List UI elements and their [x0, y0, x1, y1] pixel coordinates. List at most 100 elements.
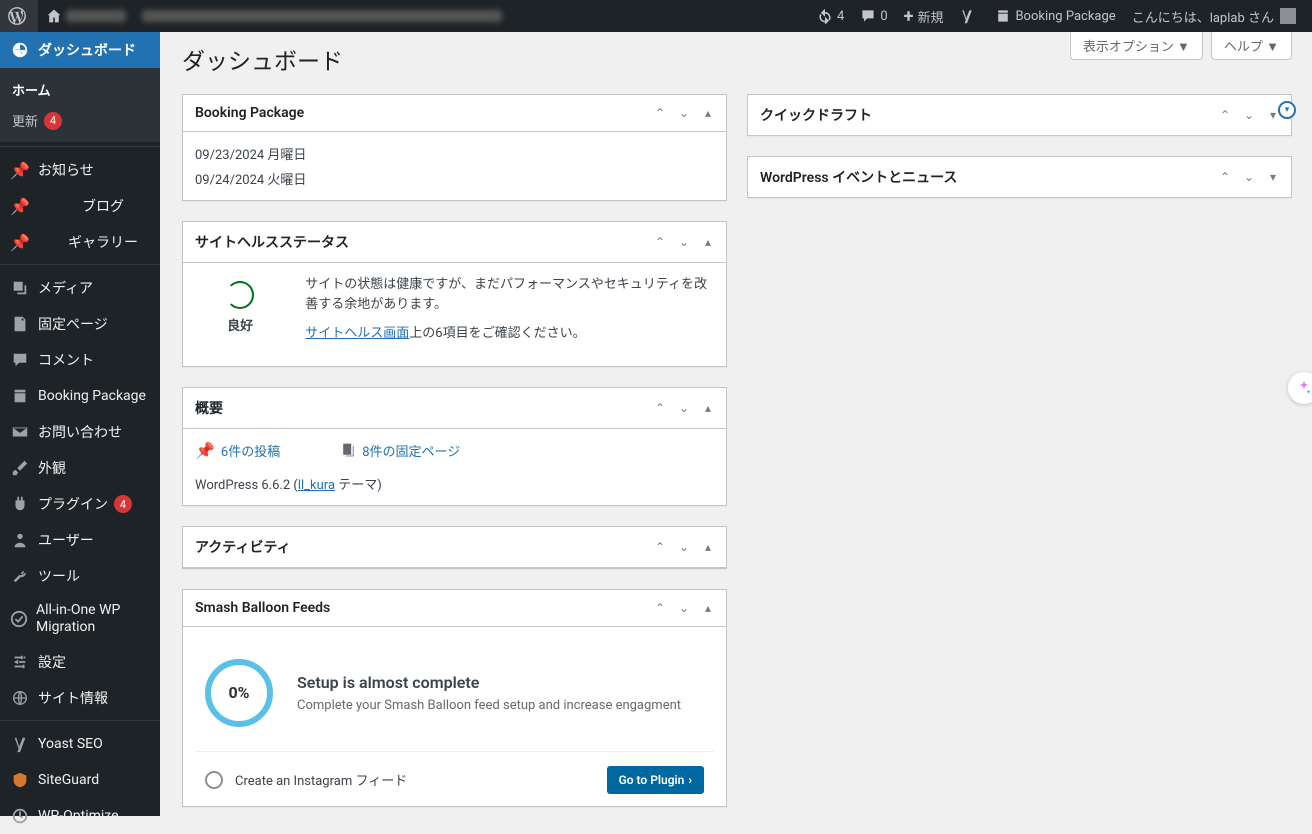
task-checkbox-icon: [205, 771, 223, 789]
user-icon: [10, 530, 30, 550]
toggle-icon[interactable]: ▴: [696, 228, 720, 256]
wp-logo[interactable]: [0, 0, 38, 32]
box-smash-balloon: Smash Balloon Feeds ⌃ ⌄ ▴ 0% Setup is al…: [182, 589, 727, 807]
menu-plugins[interactable]: プラグイン4: [0, 486, 160, 522]
page-icon: [340, 442, 356, 458]
menu-appearance[interactable]: 外観: [0, 450, 160, 486]
submenu-updates[interactable]: 更新4: [0, 105, 160, 136]
move-up-icon[interactable]: ⌃: [1213, 101, 1237, 129]
site-tagline[interactable]: [134, 0, 809, 32]
menu-pages[interactable]: 固定ページ: [0, 306, 160, 342]
box-overview-title: 概要: [183, 388, 648, 428]
toggle-icon[interactable]: ▴: [696, 594, 720, 622]
toggle-icon[interactable]: ▾: [1261, 163, 1285, 191]
new-content[interactable]: +新規: [896, 0, 952, 32]
help-button[interactable]: ヘルプ ▼: [1211, 32, 1292, 60]
move-up-icon[interactable]: ⌃: [648, 99, 672, 127]
sliders-icon: [10, 652, 30, 672]
move-down-icon[interactable]: ⌄: [672, 533, 696, 561]
yoast-toolbar[interactable]: [951, 0, 987, 32]
health-gauge-icon: [226, 281, 254, 309]
theme-link[interactable]: ll_kura: [298, 478, 335, 493]
move-up-icon[interactable]: ⌃: [648, 228, 672, 256]
move-down-icon[interactable]: ⌄: [672, 394, 696, 422]
shield-icon: [10, 770, 30, 790]
move-down-icon[interactable]: ⌄: [1237, 163, 1261, 191]
screen-options-button[interactable]: 表示オプション ▼: [1070, 32, 1203, 60]
menu-aiowp[interactable]: All-in-One WP Migration: [0, 594, 160, 644]
box-health-title: サイトヘルスステータス: [183, 222, 648, 262]
media-icon: [10, 278, 30, 298]
chevron-right-icon: ›: [688, 773, 692, 787]
go-to-plugin-button[interactable]: Go to Plugin›: [607, 766, 704, 794]
health-link-line: サイトヘルス画面上の6項目をご確認ください。: [305, 324, 714, 344]
move-down-icon[interactable]: ⌄: [672, 99, 696, 127]
pages-link[interactable]: 8件の固定ページ: [362, 441, 460, 460]
my-account[interactable]: こんにちは、laplab さん: [1124, 0, 1304, 32]
menu-dashboard[interactable]: ダッシュボード: [0, 32, 160, 68]
menu-news[interactable]: 📌お知らせ: [0, 152, 160, 188]
submenu-home[interactable]: ホーム: [0, 74, 160, 105]
updates-toolbar[interactable]: 4: [809, 0, 852, 32]
posts-link[interactable]: 6件の投稿: [221, 441, 280, 460]
sb-desc: Complete your Smash Balloon feed setup a…: [297, 698, 681, 713]
menu-siteguard[interactable]: SiteGuard: [0, 762, 160, 798]
move-up-icon[interactable]: ⌃: [648, 394, 672, 422]
toggle-icon[interactable]: ▴: [696, 394, 720, 422]
menu-settings[interactable]: 設定: [0, 644, 160, 680]
menu-blog[interactable]: 📌ブログ: [0, 188, 160, 224]
plugins-badge: 4: [114, 495, 132, 513]
move-down-icon[interactable]: ⌄: [1237, 101, 1261, 129]
menu-siteinfo[interactable]: サイト情報: [0, 680, 160, 716]
pin-icon: 📌: [10, 160, 30, 180]
site-health-link[interactable]: サイトヘルス画面: [305, 326, 409, 341]
move-down-icon[interactable]: ⌄: [672, 594, 696, 622]
calendar-icon: [10, 386, 30, 406]
mail-icon: [10, 422, 30, 442]
box-activity: アクティビティ ⌃ ⌄ ▴: [182, 526, 727, 569]
toggle-icon[interactable]: ▴: [696, 99, 720, 127]
menu-gallery[interactable]: 📌ギャラリー: [0, 224, 160, 260]
page-icon: [10, 314, 30, 334]
yoast-icon: [10, 734, 30, 754]
booking-line2: 09/24/2024 火曜日: [195, 169, 714, 188]
brush-icon: [10, 458, 30, 478]
wp-version: WordPress 6.6.2 (ll_kura テーマ): [195, 474, 714, 493]
move-up-icon[interactable]: ⌃: [648, 533, 672, 561]
plugin-icon: [10, 494, 30, 514]
menu-tools[interactable]: ツール: [0, 558, 160, 594]
quickdraft-indicator[interactable]: ▾: [1278, 101, 1296, 119]
box-booking: Booking Package ⌃ ⌄ ▴ 09/23/2024 月曜日 09/…: [182, 94, 727, 201]
move-down-icon[interactable]: ⌄: [672, 228, 696, 256]
move-up-icon[interactable]: ⌃: [1213, 163, 1237, 191]
avatar-icon: [1280, 8, 1296, 24]
site-home[interactable]: [38, 0, 134, 32]
globe-icon: [10, 688, 30, 708]
box-site-health: サイトヘルスステータス ⌃ ⌄ ▴ 良好: [182, 221, 727, 367]
sb-progress-ring: 0%: [205, 659, 273, 727]
menu-media[interactable]: メディア: [0, 270, 160, 306]
menu-users[interactable]: ユーザー: [0, 522, 160, 558]
wrench-icon: [10, 566, 30, 586]
menu-contact[interactable]: お問い合わせ: [0, 414, 160, 450]
health-desc: サイトの状態は健康ですが、まだパフォーマンスやセキュリティを改善する余地がありま…: [305, 275, 714, 314]
ai-fab-button[interactable]: [1288, 372, 1312, 404]
pin-icon: 📌: [195, 441, 215, 460]
comments-count: 0: [880, 9, 887, 24]
comment-icon: [10, 350, 30, 370]
dashboard-icon: [10, 40, 30, 60]
site-name-blur: [66, 10, 126, 22]
menu-booking[interactable]: Booking Package: [0, 378, 160, 414]
move-up-icon[interactable]: ⌃: [648, 594, 672, 622]
box-booking-title: Booking Package: [183, 95, 648, 131]
box-overview: 概要 ⌃ ⌄ ▴ 📌 6件の投稿 8件の固定ページ WordPress 6.6.2…: [182, 387, 727, 506]
menu-yoast[interactable]: Yoast SEO: [0, 726, 160, 762]
updates-badge: 4: [44, 112, 62, 130]
booking-toolbar[interactable]: Booking Package: [987, 0, 1123, 32]
comments-toolbar[interactable]: 0: [852, 0, 895, 32]
updates-count: 4: [837, 9, 844, 24]
box-quickdraft-title: クイックドラフト: [748, 95, 1213, 135]
menu-comments[interactable]: コメント: [0, 342, 160, 378]
toggle-icon[interactable]: ▴: [696, 533, 720, 561]
sb-heading: Setup is almost complete: [297, 673, 681, 692]
